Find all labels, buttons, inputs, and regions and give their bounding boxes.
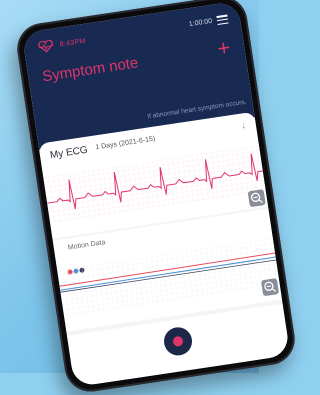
motion-graph <box>57 238 280 318</box>
timer-text: 1:00:00 <box>188 17 213 29</box>
motion-title: Motion Data <box>67 239 106 252</box>
record-button[interactable] <box>162 325 194 358</box>
ecg-date: 1 Days (2021-6-15) <box>95 135 156 152</box>
add-note-button[interactable]: + <box>216 35 232 62</box>
page-title: Symptom note <box>41 54 140 86</box>
heart-logo-icon <box>38 39 54 53</box>
zoom-icon <box>264 281 277 292</box>
status-time: 8:43PM <box>59 37 87 49</box>
menu-icon[interactable] <box>216 14 229 26</box>
ecg-title: My ECG <box>49 144 89 162</box>
zoom-icon <box>250 192 263 203</box>
zoom-button[interactable] <box>247 189 266 208</box>
download-icon[interactable]: ↓ <box>241 120 247 131</box>
zoom-button[interactable] <box>260 278 280 297</box>
record-icon <box>172 335 184 348</box>
